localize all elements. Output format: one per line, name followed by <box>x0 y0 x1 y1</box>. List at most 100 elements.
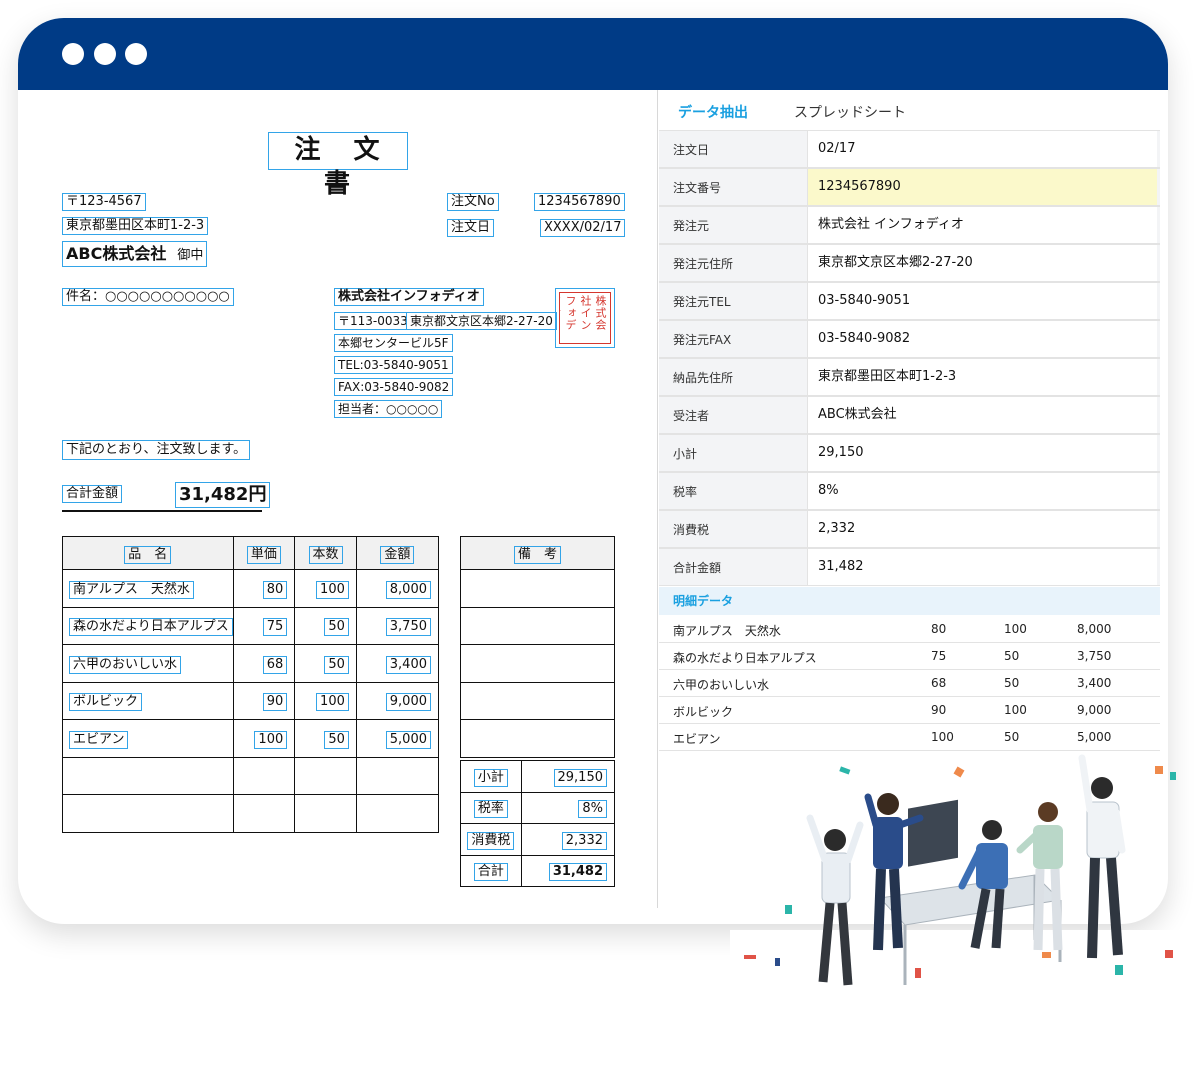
cell: 小計 <box>460 760 522 793</box>
detail-price: 75 <box>931 649 947 663</box>
cell: 50 <box>294 644 357 683</box>
field-value[interactable]: 東京都文京区本郷2-27-20 <box>807 245 1157 281</box>
detail-price: 68 <box>931 676 947 690</box>
window-control-dot[interactable] <box>62 43 84 65</box>
field-value[interactable]: 8% <box>807 473 1157 509</box>
item-name: 南アルプス 天然水 <box>69 580 194 599</box>
total-underline <box>62 510 262 512</box>
field-row: 小計 29,150 <box>659 434 1160 472</box>
issuer-fax: FAX:03-5840-9082 <box>334 378 454 396</box>
recipient-company: ABC株式会社 御中 <box>62 241 208 267</box>
summary-value: 2,332 <box>561 831 607 850</box>
order-no-value: 1234567890 <box>534 193 625 211</box>
notes-header: 備 考 <box>513 545 561 564</box>
detail-amount: 3,750 <box>1077 649 1112 663</box>
item-name: 六甲のおいしい水 <box>69 655 182 674</box>
field-value[interactable]: 株式会社 インフォディオ <box>807 207 1157 243</box>
field-label: 発注元FAX <box>673 333 732 347</box>
table-row: ボルビック 90 100 9,000 <box>62 681 440 720</box>
field-value-highlighted[interactable]: 1234567890 <box>807 169 1157 205</box>
issuer-postal: 〒113-0033 <box>334 312 412 330</box>
detail-qty: 50 <box>1004 649 1020 663</box>
issuer-tel: TEL:03-5840-9051 <box>334 356 453 374</box>
table-row-empty <box>460 644 615 683</box>
field-row: 発注元 株式会社 インフォディオ <box>659 206 1160 244</box>
field-value[interactable]: 東京都墨田区本町1-2-3 <box>807 359 1157 395</box>
detail-amount: 8,000 <box>1077 622 1112 636</box>
detail-row[interactable]: 六甲のおいしい水 68 50 3,400 <box>659 670 1160 697</box>
header-cell: 単価 <box>232 536 296 570</box>
tab-spreadsheet[interactable]: スプレッドシート <box>794 102 906 122</box>
cell: 9,000 <box>355 681 440 720</box>
cell: エビアン <box>62 719 234 758</box>
illustration-backdrop <box>730 930 1200 1069</box>
recipient-postal: 〒123-4567 <box>62 193 146 211</box>
order-no-label: 注文No <box>447 193 499 211</box>
field-value[interactable]: 02/17 <box>807 131 1157 167</box>
detail-name: エビアン <box>673 732 721 746</box>
cell <box>62 756 234 795</box>
honorific: 御中 <box>177 248 204 263</box>
item-price: 75 <box>262 618 288 637</box>
field-row: 注文日 02/17 <box>659 130 1160 168</box>
item-amount: 8,000 <box>385 580 431 599</box>
field-value[interactable]: 03-5840-9051 <box>807 283 1157 319</box>
tab-data-extraction[interactable]: データ抽出 <box>678 102 748 122</box>
order-date-value: XXXX/02/17 <box>540 219 626 237</box>
cell <box>460 644 615 683</box>
detail-row[interactable]: 森の水だより日本アルプス 75 50 3,750 <box>659 643 1160 670</box>
order-date-label: 注文日 <box>447 219 495 237</box>
table-row-empty <box>62 794 440 833</box>
field-row: 発注元FAX 03-5840-9082 <box>659 320 1160 358</box>
field-value[interactable]: 31,482 <box>807 549 1157 585</box>
field-label: 発注元住所 <box>673 257 734 271</box>
company-seal-text: 株式会社インフォディオ <box>559 292 611 344</box>
summary-value: 31,482 <box>548 863 607 882</box>
document-title: 注 文 書 <box>268 132 408 199</box>
table-row-empty <box>62 756 440 795</box>
item-name: 森の水だより日本アルプス <box>69 618 233 637</box>
window-control-dot[interactable] <box>125 43 147 65</box>
detail-price: 80 <box>931 622 947 636</box>
cell: 税率 <box>460 791 522 824</box>
table-row: エビアン 100 50 5,000 <box>62 719 440 758</box>
item-qty: 50 <box>324 730 349 749</box>
field-label: 納品先住所 <box>673 371 734 385</box>
header-amount: 金額 <box>380 545 415 564</box>
item-price: 100 <box>254 730 288 749</box>
detail-row[interactable]: 南アルプス 天然水 80 100 8,000 <box>659 616 1160 643</box>
field-row: 消費税 2,332 <box>659 510 1160 548</box>
field-value[interactable]: 2,332 <box>807 511 1157 547</box>
item-price: 68 <box>262 655 288 674</box>
cell: 29,150 <box>520 760 616 793</box>
field-value[interactable]: 03-5840-9082 <box>807 321 1157 357</box>
cell: 100 <box>294 569 357 608</box>
table-row: 六甲のおいしい水 68 50 3,400 <box>62 644 440 683</box>
header-price: 単価 <box>246 545 281 564</box>
summary-row: 合計 31,482 <box>460 854 616 887</box>
detail-data-header: 明細データ <box>659 587 1160 615</box>
panel-tabs: データ抽出 スプレッドシート <box>658 90 1160 130</box>
field-value[interactable]: ABC株式会社 <box>807 397 1157 433</box>
summary-label: 小計 <box>473 768 508 787</box>
monitor-icon <box>908 799 958 867</box>
field-label: 受注者 <box>673 409 710 423</box>
item-qty: 100 <box>316 580 349 599</box>
issuer-address: 東京都文京区本郷2-27-20 <box>406 312 557 330</box>
field-row: 発注元住所 東京都文京区本郷2-27-20 <box>659 244 1160 282</box>
summary-table: 小計 29,150 税率 8% 消費税 2,332 合計 31,482 <box>460 760 616 887</box>
cell: 合計 <box>460 854 522 887</box>
summary-value: 8% <box>578 800 607 819</box>
cell <box>232 756 296 795</box>
field-label: 合計金額 <box>673 561 722 575</box>
notes-table: 備 考 <box>460 536 615 758</box>
field-value[interactable]: 29,150 <box>807 435 1157 471</box>
cell: 68 <box>232 644 296 683</box>
order-document: 注 文 書 〒123-4567 東京都墨田区本町1-2-3 ABC株式会社 御中… <box>18 90 658 924</box>
table-row-empty <box>460 719 615 758</box>
field-label: 発注元 <box>673 219 710 233</box>
window-control-dot[interactable] <box>94 43 116 65</box>
table-row: 森の水だより日本アルプス 75 50 3,750 <box>62 606 440 645</box>
detail-name: ボルビック <box>673 705 734 719</box>
window-titlebar <box>18 18 1168 90</box>
